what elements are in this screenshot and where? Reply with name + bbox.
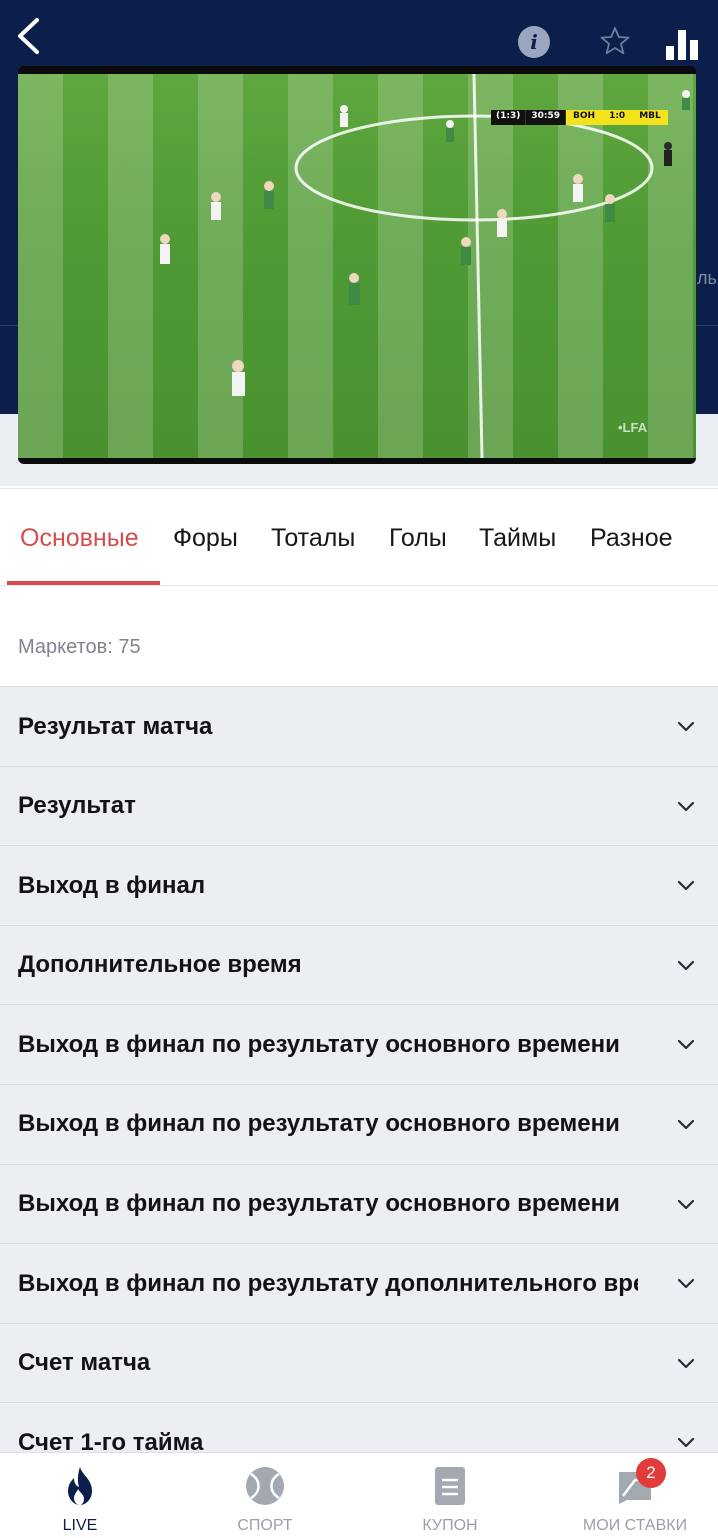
nav-sport-label: СПОРТ — [237, 1517, 293, 1534]
broadcaster-watermark: •LFA — [618, 420, 648, 435]
back-button[interactable] — [8, 14, 48, 58]
nav-my-bets[interactable]: МОИ СТАВКИ — [545, 1453, 718, 1538]
market-list: Результат матча Результат Выход в финал … — [0, 686, 718, 1482]
stats-bar-icon — [690, 40, 698, 60]
nav-my-bets-label: МОИ СТАВКИ — [582, 1517, 688, 1534]
football-pitch-video-frame — [18, 73, 696, 459]
nav-coupon[interactable]: КУПОН — [360, 1453, 540, 1538]
market-title: Результат матча — [18, 712, 213, 740]
market-row[interactable]: Результат матча — [0, 686, 718, 766]
tab-main[interactable]: Основные — [20, 489, 139, 587]
tab-handicaps[interactable]: Форы — [173, 489, 238, 587]
tab-goals[interactable]: Голы — [389, 489, 447, 587]
chevron-down-icon — [677, 1279, 695, 1289]
chevron-down-icon — [677, 1199, 695, 1209]
chevron-left-icon — [18, 18, 39, 54]
nav-sport[interactable]: СПОРТ — [175, 1453, 355, 1538]
scoreboard-score: 1:0 — [602, 110, 633, 125]
video-scoreboard: (1:3) 30:59 BOH 1:0 MBL — [491, 110, 668, 125]
chevron-down-icon — [677, 1040, 695, 1050]
nav-coupon-label: КУПОН — [422, 1517, 478, 1534]
chevron-down-icon — [677, 960, 695, 970]
market-tabs: Основные Форы Тоталы Голы Таймы Разное — [0, 488, 718, 586]
bottom-nav: LIVE СПОРТ КУПОН МОИ СТАВКИ — [0, 1452, 718, 1538]
stats-button[interactable] — [664, 24, 700, 60]
market-title: Выход в финал по результату дополнительн… — [18, 1269, 638, 1297]
scoreboard-period: (1:3) — [491, 110, 527, 125]
market-title: Выход в финал по результату основного вр… — [18, 1030, 620, 1058]
tab-other[interactable]: Разное — [590, 489, 673, 587]
coupon-icon — [429, 1465, 471, 1507]
star-icon — [600, 27, 630, 55]
flame-icon — [59, 1465, 101, 1507]
market-title: Выход в финал — [18, 871, 206, 899]
market-row[interactable]: Дополнительное время — [0, 924, 718, 1005]
chevron-down-icon — [677, 721, 695, 732]
info-button[interactable]: i — [518, 26, 550, 58]
stats-bar-icon — [678, 30, 686, 60]
scoreboard-away: MBL — [632, 110, 668, 125]
market-row[interactable]: Результат — [0, 765, 718, 846]
chevron-down-icon — [677, 881, 695, 891]
tennis-ball-icon — [244, 1465, 286, 1507]
chevron-down-icon — [677, 1119, 695, 1130]
pitch-markings — [18, 73, 696, 459]
market-row[interactable]: Выход в финал по результату дополнительн… — [0, 1243, 718, 1323]
active-tab-indicator — [7, 581, 160, 585]
scoreboard-home: BOH — [566, 110, 603, 125]
scoreboard-clock: 30:59 — [526, 110, 567, 125]
info-icon: i — [530, 30, 538, 54]
market-title: Результат — [18, 792, 136, 820]
market-row[interactable]: Выход в финал по результату основного вр… — [0, 1083, 718, 1164]
markets-count: Маркетов: 75 — [18, 636, 141, 658]
nav-live[interactable]: LIVE — [0, 1453, 170, 1538]
tab-halves[interactable]: Таймы — [479, 489, 556, 587]
favorite-button[interactable] — [598, 22, 632, 60]
live-video-player[interactable]: (1:3) 30:59 BOH 1:0 MBL •LFA — [18, 66, 696, 464]
market-title: Выход в финал по результату основного вр… — [18, 1190, 620, 1218]
market-row[interactable]: Счет матча — [0, 1322, 718, 1403]
my-bets-count-badge: 2 — [636, 1458, 666, 1488]
stats-bar-icon — [666, 46, 674, 60]
market-title: Счет матча — [18, 1349, 151, 1377]
market-row[interactable]: Выход в финал — [0, 845, 718, 925]
tab-totals[interactable]: Тоталы — [271, 489, 355, 587]
chevron-down-icon — [677, 801, 695, 811]
header-edge-text: ль — [697, 268, 717, 288]
market-row[interactable]: Выход в финал по результату основного вр… — [0, 1004, 718, 1084]
market-title: Дополнительное время — [18, 951, 302, 979]
market-row[interactable]: Выход в финал по результату основного вр… — [0, 1163, 718, 1244]
chevron-down-icon — [677, 1358, 695, 1368]
nav-live-label: LIVE — [62, 1517, 98, 1534]
chevron-down-icon — [677, 1438, 695, 1448]
market-title: Выход в финал по результату основного вр… — [18, 1110, 620, 1138]
